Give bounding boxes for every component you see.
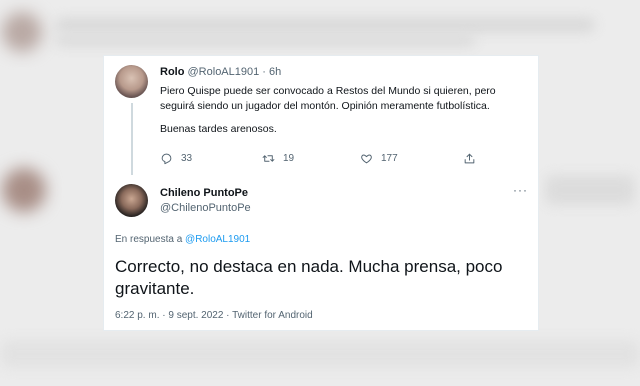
blurred-text — [55, 36, 475, 46]
tweet-body: Piero Quispe puede ser convocado a Resto… — [160, 84, 530, 137]
retweet-icon — [262, 155, 275, 162]
blurred-avatar — [2, 168, 46, 212]
avatar[interactable] — [115, 184, 148, 217]
share-button[interactable] — [463, 152, 476, 165]
retweet-count: 19 — [283, 153, 295, 164]
share-icon — [464, 153, 475, 164]
reply-context: En respuesta a @RoloAL1901 — [115, 234, 250, 245]
reply-button[interactable]: 33 — [160, 152, 192, 165]
tweet-card: Rolo @RoloAL1901 · 6h Piero Quispe puede… — [103, 55, 539, 331]
tweet-header: Rolo @RoloAL1901 · 6h — [160, 66, 281, 78]
reply-icon — [161, 153, 172, 165]
author-name[interactable]: Chileno PuntoPe — [160, 187, 248, 199]
blurred-text — [55, 18, 595, 32]
thread-line — [131, 103, 133, 175]
tweet-time[interactable]: 6h — [269, 66, 281, 78]
tweet-text: Buenas tardes arenosos. — [160, 123, 277, 135]
reply-handle-link[interactable]: @RoloAL1901 — [185, 234, 250, 245]
tweet-timestamp[interactable]: 6:22 p. m. · 9 sept. 2022 · Twitter for … — [115, 310, 313, 321]
more-options-icon[interactable]: ··· — [513, 183, 528, 197]
avatar[interactable] — [115, 65, 148, 98]
author-handle[interactable]: @RoloAL1901 — [188, 66, 260, 78]
blurred-avatar — [2, 12, 42, 52]
blurred-text — [0, 340, 640, 368]
tweet-text: Piero Quispe puede ser convocado a Resto… — [160, 85, 496, 112]
blurred-text — [545, 175, 635, 205]
author-handle[interactable]: @ChilenoPuntoPe — [160, 202, 251, 214]
like-button[interactable]: 177 — [360, 152, 398, 165]
tweet-main-text: Correcto, no destaca en nada. Mucha pren… — [115, 257, 503, 298]
reply-prefix: En respuesta a — [115, 234, 186, 245]
author-name[interactable]: Rolo — [160, 66, 184, 78]
reply-count: 33 — [181, 153, 193, 164]
like-count: 177 — [381, 153, 398, 164]
separator: · — [262, 66, 266, 78]
retweet-button[interactable]: 19 — [262, 152, 294, 165]
like-icon — [361, 154, 372, 164]
